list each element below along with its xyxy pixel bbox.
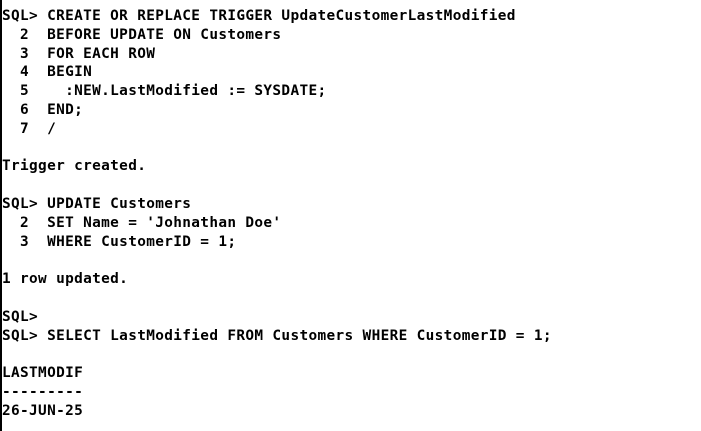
console-line: SQL> CREATE OR REPLACE TRIGGER UpdateCus… <box>2 8 516 24</box>
console-line: 1 row updated. <box>2 271 129 288</box>
console-line: --------- <box>2 383 84 400</box>
console-line: 6 END; <box>2 101 84 118</box>
console-line: 26-JUN-25 <box>2 402 84 419</box>
console-line: LASTMODIF <box>2 365 84 382</box>
console-line: SQL> <box>2 308 39 325</box>
console-line: Trigger created. <box>2 158 147 175</box>
console-line: 2 SET Name = 'Johnathan Doe' <box>2 214 282 231</box>
console-line: SQL> UPDATE Customers <box>2 195 192 212</box>
console-line: SQL> SELECT LastModified FROM Customers … <box>2 327 552 344</box>
console-line: 7 / <box>2 120 57 137</box>
sqlplus-console[interactable]: SQL> CREATE OR REPLACE TRIGGER UpdateCus… <box>0 0 701 431</box>
console-line: 4 BEGIN <box>2 64 93 81</box>
console-output: SQL> CREATE OR REPLACE TRIGGER UpdateCus… <box>2 7 701 421</box>
console-line: 3 FOR EACH ROW <box>2 45 156 62</box>
console-line: 2 BEFORE UPDATE ON Customers <box>2 26 282 43</box>
console-line: 5 :NEW.LastModified := SYSDATE; <box>2 83 327 100</box>
console-line: 3 WHERE CustomerID = 1; <box>2 233 237 250</box>
